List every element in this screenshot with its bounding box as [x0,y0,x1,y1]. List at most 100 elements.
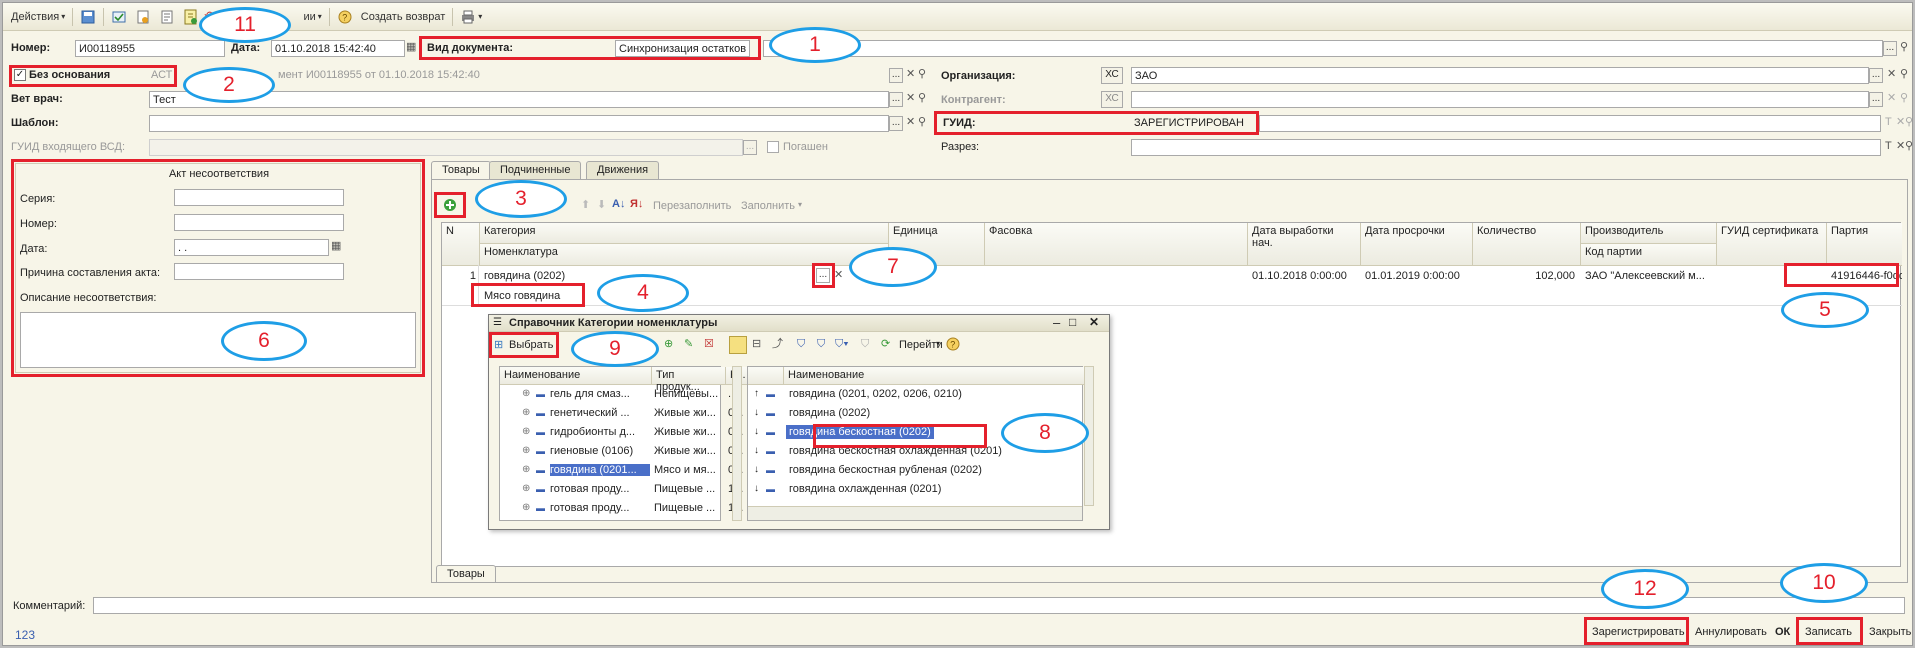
expand-icon[interactable]: ⊕ [522,445,530,456]
tree-item[interactable]: ⊕▬готовая проду...Пищевые ...1... [500,500,750,519]
search-icon[interactable]: ⚲ [1900,67,1908,82]
calendar-icon[interactable]: ▦ [331,239,341,254]
col-prod-date[interactable]: Дата выработки нач. [1248,223,1361,266]
clear-icon[interactable]: ✕ [906,67,915,82]
select-button[interactable]: ... [1883,41,1897,56]
tree-item[interactable]: ⊕▬гиеновые (0106)Живые жи...0... [500,443,750,462]
guid-field[interactable]: ЗАРЕГИСТРИРОВАН [1131,115,1249,132]
minimize-icon[interactable]: – [1053,315,1060,330]
search-icon[interactable]: ⚲ [1905,139,1913,154]
scrollbar[interactable] [732,366,742,521]
bottom-tab-goods[interactable]: Товары [436,565,496,583]
search-icon[interactable]: ⚲ [918,115,926,130]
cell-producer[interactable]: ЗАО "Алексеевский м... [1581,268,1715,284]
level-up-icon[interactable]: ⤴ [772,337,783,352]
act-series-field[interactable] [174,189,344,206]
col-category[interactable]: Категория [480,223,889,244]
calendar-icon[interactable]: ▦ [406,40,416,55]
help-button[interactable]: ? [333,6,357,28]
copy-add-icon[interactable]: ⊕ [664,337,673,352]
tree-col-name[interactable]: Наименование [500,367,652,385]
contractor-select-button[interactable]: ... [1869,92,1883,107]
fill-menu[interactable]: Заполнить [741,200,795,212]
search-icon[interactable]: ⚲ [918,67,926,82]
date-field[interactable]: 01.10.2018 15:42:40 [271,40,405,57]
cell-prod-date[interactable]: 01.10.2018 0:00:00 [1248,268,1351,284]
act-number-field[interactable] [174,214,344,231]
filter-clear-icon[interactable]: ⛉ [861,337,869,352]
arrow-up-icon[interactable]: ⬆ [581,198,590,213]
tree-icon[interactable]: ⊟ [752,337,761,352]
org-field[interactable]: ЗАО [1131,67,1869,84]
cell-exp-date[interactable]: 01.01.2019 0:00:00 [1361,268,1464,284]
number-field[interactable]: И00118955 [75,40,225,57]
filter-menu-icon[interactable]: ⛉▾ [835,337,849,352]
delete-icon[interactable]: ☒ [704,337,714,352]
col-packing[interactable]: Фасовка [985,223,1248,266]
tree-col-type[interactable]: Тип продук... [652,367,726,393]
post-button[interactable] [107,6,131,28]
doc-type-field[interactable]: Синхронизация остатков [615,40,750,57]
expand-icon[interactable]: ⊕ [522,426,530,437]
tree-item[interactable]: ⊕▬готовая проду...Пищевые ...1... [500,481,750,500]
clear-icon[interactable]: ✕ [1896,115,1905,130]
expand-icon[interactable]: ⊕ [522,483,530,494]
sort-desc-icon[interactable]: Я↓ [630,197,643,212]
no-basis-checkbox[interactable]: ✓ [14,69,26,81]
tree-item[interactable]: ⊕▬гидробионты д...Живые жи...0... [500,424,750,443]
arrow-down-icon[interactable]: ⬇ [597,198,606,213]
tree-item[interactable]: ⊕▬генетический ...Живые жи...0... [500,405,750,424]
list-item[interactable]: ↓ ▬ говядина бескостная рубленая (0202) [748,462,1084,481]
clear-icon[interactable]: ✕ [834,268,843,283]
act-reason-field[interactable] [174,263,344,280]
close-button[interactable]: Закрыть [1869,626,1911,638]
col-batch-code[interactable]: Код партии [1581,244,1717,266]
annul-button[interactable]: Аннулировать [1695,626,1767,638]
tab-movements[interactable]: Движения [586,161,660,179]
ok-button[interactable]: ОК [1775,626,1790,638]
text-icon[interactable]: T [1885,139,1892,154]
structure-button[interactable] [155,6,179,28]
col-qty[interactable]: Количество [1473,223,1581,266]
clear-icon[interactable]: ✕ [1887,67,1896,82]
tree-item[interactable]: ⊕ ▬ гель для смаз... Непищевы.... [500,386,750,405]
expand-icon[interactable]: ⊕ [522,407,530,418]
repaid-checkbox[interactable] [767,141,779,153]
col-cert-guid[interactable]: ГУИД сертификата [1717,223,1827,266]
refill-button[interactable]: Перезаполнить [653,200,731,212]
cell-qty[interactable]: 102,000 [1473,268,1579,284]
guid-extra-field[interactable] [1259,115,1881,132]
text-icon[interactable]: T [1885,115,1892,130]
edit-icon[interactable]: ✎ [684,337,693,352]
col-exp-date[interactable]: Дата просрочки [1361,223,1473,266]
search-icon[interactable]: ⚲ [1905,115,1913,130]
tab-goods[interactable]: Товары [431,161,491,179]
hierarchy-icon[interactable] [729,336,747,354]
act-desc-field[interactable] [20,312,416,368]
filter-icon[interactable]: ⛉ [797,337,805,352]
actions-menu[interactable]: Действия ▾ [7,6,69,28]
org-xc-button[interactable]: ХС [1101,67,1123,84]
col-producer[interactable]: Производитель [1581,223,1717,244]
save-button[interactable]: Записать [1805,626,1852,638]
list-item[interactable]: ↑ ▬ говядина (0201, 0202, 0206, 0210) [748,386,1084,405]
vet-select-button[interactable]: ... [889,92,903,107]
create-return-button[interactable]: Создать возврат [357,6,450,28]
col-n[interactable]: N [442,223,480,266]
filter-value-icon[interactable]: ⛉ [817,337,825,352]
section-field[interactable] [1131,139,1881,156]
org-select-button[interactable]: ... [1869,68,1883,83]
doc-type-extra-field[interactable] [763,40,1883,57]
tree-item[interactable]: ⊕▬говядина (0201...Мясо и мя...0... [500,462,750,481]
basis-select-button[interactable]: ... [889,68,903,83]
list-col-name[interactable]: Наименование [784,367,1084,385]
search-icon[interactable]: ⚲ [1900,91,1908,106]
list-item[interactable]: ↓ ▬ говядина охлажденная (0201) [748,481,1084,500]
tab-subordinate[interactable]: Подчиненные [489,161,582,179]
expand-icon[interactable]: ⊕ [522,464,530,475]
contractor-xc-button[interactable]: ХС [1101,91,1123,108]
act-date-field[interactable]: . . [174,239,329,256]
guid-in-field[interactable] [149,139,743,156]
col-batch[interactable]: Партия [1827,223,1902,266]
refresh-icon[interactable]: ⟳ [881,337,890,352]
